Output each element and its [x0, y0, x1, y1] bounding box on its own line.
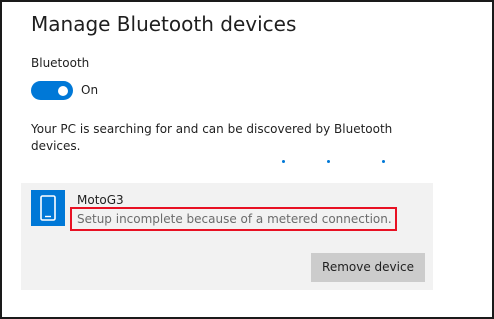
toggle-knob	[58, 85, 68, 96]
phone-icon	[31, 190, 65, 226]
device-card[interactable]: MotoG3 Setup incomplete because of a met…	[21, 183, 433, 290]
progress-dot	[382, 160, 385, 163]
progress-dot	[282, 160, 285, 163]
bluetooth-label: Bluetooth	[31, 56, 90, 70]
device-name: MotoG3	[77, 193, 124, 207]
toggle-state-label: On	[81, 83, 99, 97]
settings-window: Manage Bluetooth devices Bluetooth On Yo…	[0, 0, 494, 319]
device-status: Setup incomplete because of a metered co…	[70, 207, 397, 231]
page-title: Manage Bluetooth devices	[31, 12, 297, 36]
discovery-message: Your PC is searching for and can be disc…	[31, 122, 393, 153]
remove-device-button[interactable]: Remove device	[311, 253, 425, 282]
bluetooth-toggle[interactable]	[31, 81, 73, 100]
progress-dot	[327, 160, 330, 163]
